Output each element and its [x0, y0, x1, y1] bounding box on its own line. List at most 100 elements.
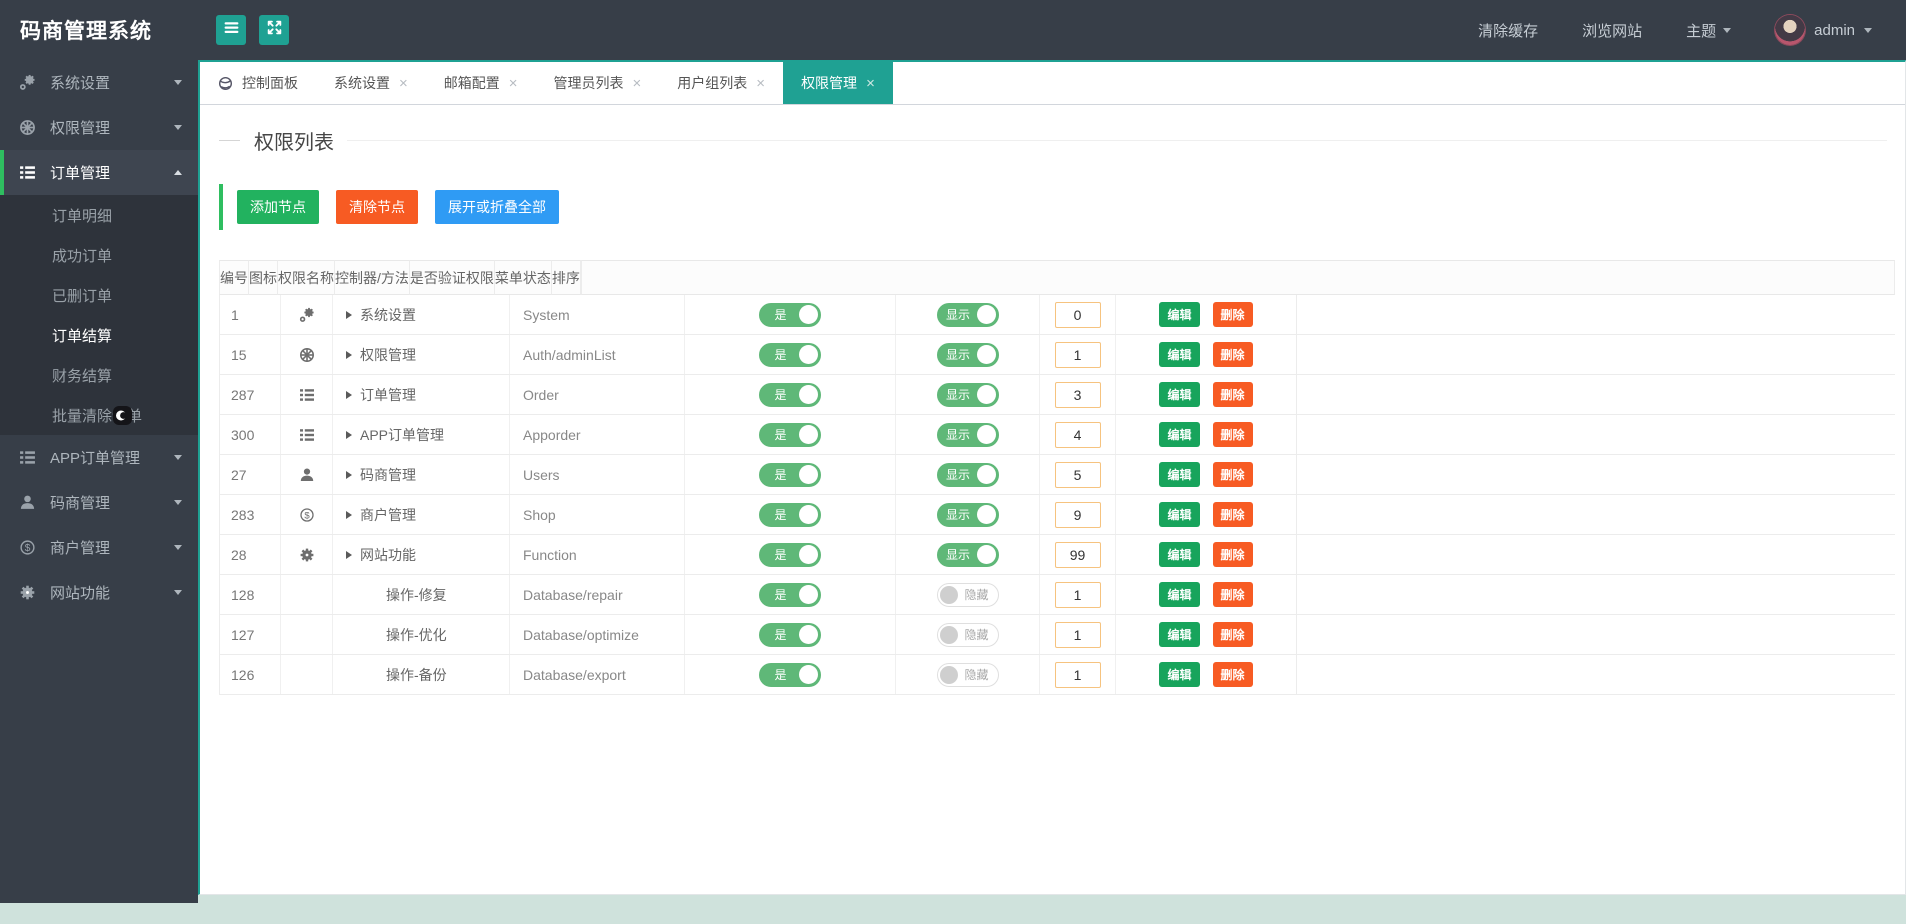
sidebar-item[interactable]: 网站功能	[0, 570, 198, 615]
sidebar-subitem[interactable]: 订单明细	[0, 195, 198, 235]
tab[interactable]: 控制面板	[200, 62, 316, 104]
sidebar-subitem[interactable]: 已删订单	[0, 275, 198, 315]
expand-arrow-icon[interactable]	[346, 390, 352, 399]
cell-name[interactable]: 商户管理	[332, 495, 509, 534]
sidebar-item[interactable]: 订单管理	[0, 150, 198, 195]
verify-toggle[interactable]: 是	[759, 582, 821, 607]
edit-button[interactable]: 编辑	[1159, 662, 1200, 687]
menu-status-toggle[interactable]: 显示	[936, 462, 999, 487]
cell-name[interactable]: 操作-优化	[332, 615, 509, 654]
edit-button[interactable]: 编辑	[1159, 502, 1200, 527]
sidebar-toggle-button[interactable]	[216, 15, 246, 45]
edit-button[interactable]: 编辑	[1159, 542, 1200, 567]
sidebar-subitem[interactable]: 订单结算	[0, 315, 198, 355]
toolbar-button[interactable]: 展开或折叠全部	[435, 190, 559, 224]
cell-name[interactable]: 订单管理	[332, 375, 509, 414]
menu-status-toggle[interactable]: 显示	[936, 342, 999, 367]
edit-button[interactable]: 编辑	[1159, 382, 1200, 407]
delete-button[interactable]: 删除	[1212, 422, 1253, 447]
delete-button[interactable]: 删除	[1212, 662, 1253, 687]
close-icon[interactable]	[633, 76, 642, 91]
toolbar-button[interactable]: 添加节点	[237, 190, 319, 224]
sort-input[interactable]	[1054, 581, 1101, 608]
cell-name[interactable]: 操作-修复	[332, 575, 509, 614]
close-icon[interactable]	[509, 76, 518, 91]
expand-arrow-icon[interactable]	[346, 550, 352, 559]
sidebar-item[interactable]: 码商管理	[0, 480, 198, 525]
fullscreen-button[interactable]	[259, 15, 289, 45]
delete-button[interactable]: 删除	[1212, 382, 1253, 407]
sidebar-item[interactable]: APP订单管理	[0, 435, 198, 480]
edit-button[interactable]: 编辑	[1159, 462, 1200, 487]
expand-arrow-icon[interactable]	[346, 470, 352, 479]
delete-button[interactable]: 删除	[1212, 502, 1253, 527]
sort-input[interactable]	[1054, 301, 1101, 328]
sort-input[interactable]	[1054, 541, 1101, 568]
menu-status-toggle[interactable]: 显示	[936, 382, 999, 407]
sort-input[interactable]	[1054, 501, 1101, 528]
verify-toggle[interactable]: 是	[759, 502, 821, 527]
menu-status-toggle[interactable]: 显示	[936, 302, 999, 327]
verify-toggle[interactable]: 是	[759, 542, 821, 567]
topbar-link[interactable]: 主题	[1686, 20, 1732, 41]
delete-button[interactable]: 删除	[1212, 622, 1253, 647]
verify-toggle[interactable]: 是	[759, 342, 821, 367]
delete-button[interactable]: 删除	[1212, 342, 1253, 367]
delete-button[interactable]: 删除	[1212, 542, 1253, 567]
verify-toggle[interactable]: 是	[759, 302, 821, 327]
cell-name[interactable]: 网站功能	[332, 535, 509, 574]
cell-name[interactable]: 系统设置	[332, 295, 509, 334]
sort-input[interactable]	[1054, 341, 1101, 368]
delete-button[interactable]: 删除	[1212, 582, 1253, 607]
edit-button[interactable]: 编辑	[1159, 622, 1200, 647]
tab[interactable]: 邮箱配置	[426, 62, 536, 104]
tab[interactable]: 管理员列表	[536, 62, 660, 104]
menu-status-toggle[interactable]: 显示	[936, 422, 999, 447]
verify-toggle[interactable]: 是	[759, 622, 821, 647]
tab[interactable]: 用户组列表	[659, 62, 783, 104]
tab[interactable]: 系统设置	[316, 62, 426, 104]
menu-status-toggle[interactable]: 显示	[936, 502, 999, 527]
close-icon[interactable]	[866, 76, 875, 91]
sidebar-subitem[interactable]: 批量清除订单	[0, 395, 198, 435]
cell-name[interactable]: 操作-备份	[332, 655, 509, 694]
expand-arrow-icon[interactable]	[346, 310, 352, 319]
user-menu[interactable]: admin	[1775, 15, 1872, 45]
close-icon[interactable]	[756, 76, 765, 91]
expand-arrow-icon[interactable]	[346, 510, 352, 519]
menu-status-toggle[interactable]: 隐藏	[936, 622, 999, 647]
sidebar-subitem[interactable]: 财务结算	[0, 355, 198, 395]
sidebar-item[interactable]: $ 商户管理	[0, 525, 198, 570]
delete-button[interactable]: 删除	[1212, 462, 1253, 487]
menu-status-toggle[interactable]: 隐藏	[936, 582, 999, 607]
sort-input[interactable]	[1054, 421, 1101, 448]
sort-input[interactable]	[1054, 621, 1101, 648]
verify-toggle[interactable]: 是	[759, 662, 821, 687]
expand-arrow-icon[interactable]	[346, 350, 352, 359]
cell-name[interactable]: 码商管理	[332, 455, 509, 494]
cell-name[interactable]: 权限管理	[332, 335, 509, 374]
edit-button[interactable]: 编辑	[1159, 342, 1200, 367]
expand-arrow-icon[interactable]	[346, 430, 352, 439]
menu-status-toggle[interactable]: 隐藏	[936, 662, 999, 687]
sort-input[interactable]	[1054, 381, 1101, 408]
cell-name[interactable]: APP订单管理	[332, 415, 509, 454]
topbar-link[interactable]: 浏览网站	[1582, 20, 1642, 41]
sidebar-item[interactable]: 系统设置	[0, 60, 198, 105]
verify-toggle[interactable]: 是	[759, 382, 821, 407]
delete-button[interactable]: 删除	[1212, 302, 1253, 327]
toolbar-button[interactable]: 清除节点	[336, 190, 418, 224]
verify-toggle[interactable]: 是	[759, 462, 821, 487]
close-icon[interactable]	[399, 76, 408, 91]
edit-button[interactable]: 编辑	[1159, 422, 1200, 447]
sort-input[interactable]	[1054, 661, 1101, 688]
sidebar-item[interactable]: 权限管理	[0, 105, 198, 150]
tab[interactable]: 权限管理	[783, 62, 893, 104]
verify-toggle[interactable]: 是	[759, 422, 821, 447]
edit-button[interactable]: 编辑	[1159, 582, 1200, 607]
topbar-link[interactable]: 清除缓存	[1478, 20, 1538, 41]
sidebar-subitem[interactable]: 成功订单	[0, 235, 198, 275]
edit-button[interactable]: 编辑	[1159, 302, 1200, 327]
sort-input[interactable]	[1054, 461, 1101, 488]
menu-status-toggle[interactable]: 显示	[936, 542, 999, 567]
